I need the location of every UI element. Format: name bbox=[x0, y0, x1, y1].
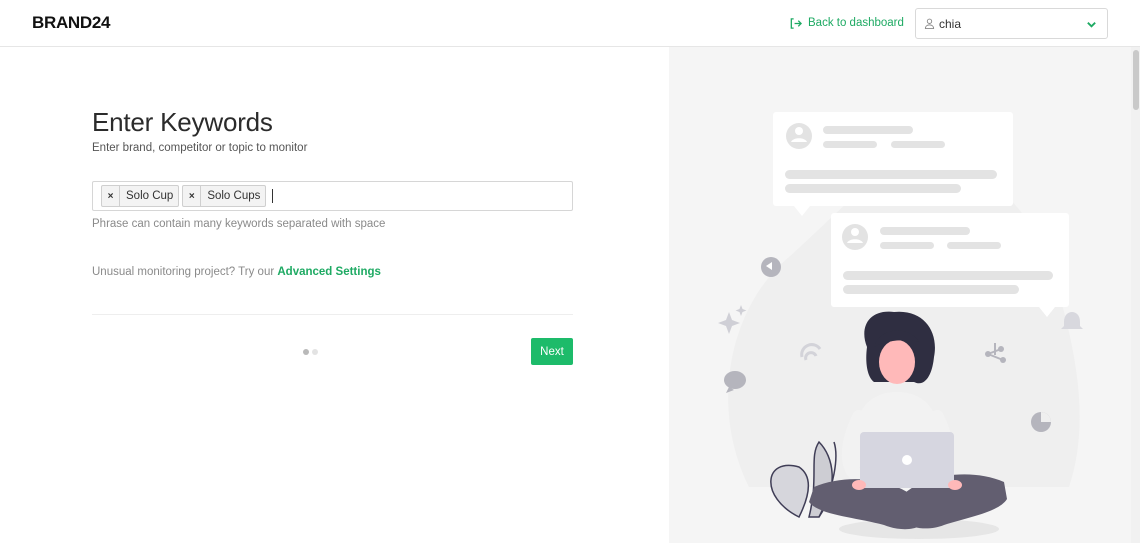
social-card-top bbox=[773, 112, 1013, 216]
next-button[interactable]: Next bbox=[531, 338, 573, 365]
page-title: Enter Keywords bbox=[92, 107, 273, 137]
advanced-settings-prefix: Unusual monitoring project? Try our bbox=[92, 266, 278, 278]
chevron-down-icon bbox=[1087, 22, 1096, 28]
scrollbar-track[interactable] bbox=[1131, 47, 1140, 543]
keyword-tag: × Solo Cup bbox=[101, 185, 180, 207]
advanced-settings-prompt: Unusual monitoring project? Try our Adva… bbox=[92, 266, 381, 278]
illustration-panel bbox=[669, 47, 1140, 543]
keyword-tag: × Solo Cups bbox=[182, 185, 267, 207]
user-account-select[interactable]: chia bbox=[915, 8, 1108, 39]
step-indicator-inactive bbox=[312, 349, 318, 355]
page-subtitle: Enter brand, competitor or topic to moni… bbox=[92, 142, 308, 154]
person-with-laptop-illustration bbox=[718, 112, 1083, 539]
back-to-dashboard-label: Back to dashboard bbox=[808, 17, 904, 29]
advanced-settings-link[interactable]: Advanced Settings bbox=[277, 266, 381, 278]
social-card-bottom bbox=[831, 213, 1069, 317]
user-name: chia bbox=[939, 16, 962, 31]
remove-tag-button[interactable]: × bbox=[102, 186, 120, 206]
text-cursor bbox=[272, 189, 274, 203]
keywords-input[interactable]: × Solo Cup × Solo Cups bbox=[92, 181, 573, 211]
step-indicator-active bbox=[303, 349, 309, 355]
brand-logo[interactable]: BRAND24 bbox=[32, 13, 111, 33]
user-icon bbox=[924, 18, 935, 29]
divider bbox=[92, 314, 573, 315]
logout-arrow-icon bbox=[790, 17, 802, 29]
remove-tag-button[interactable]: × bbox=[183, 186, 202, 206]
back-to-dashboard-link[interactable]: Back to dashboard bbox=[789, 15, 904, 31]
keyword-tag-label: Solo Cup bbox=[126, 190, 174, 202]
scrollbar-thumb[interactable] bbox=[1133, 50, 1139, 110]
keywords-hint: Phrase can contain many keywords separat… bbox=[92, 218, 386, 230]
keyword-tag-label: Solo Cups bbox=[207, 190, 261, 202]
top-header: BRAND24 Back to dashboard chia bbox=[0, 0, 1140, 47]
